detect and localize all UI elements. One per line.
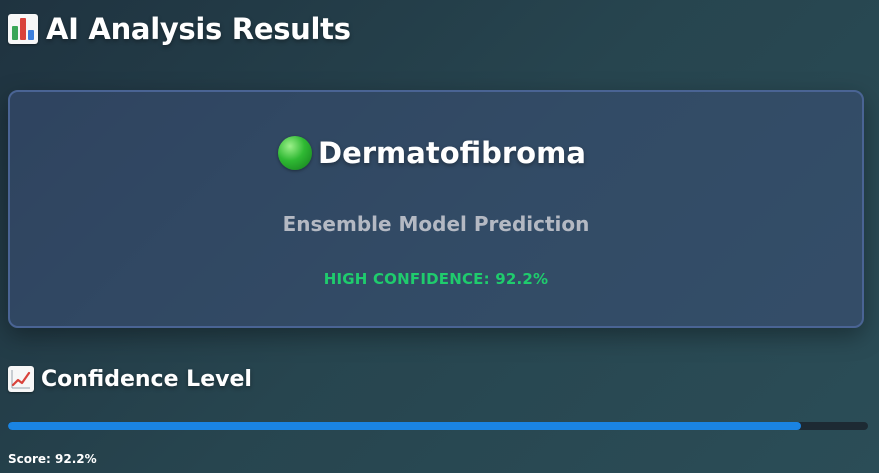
confidence-progress-fill xyxy=(8,422,801,430)
confidence-badge: HIGH CONFIDENCE: 92.2% xyxy=(323,270,549,288)
diagnosis-heading: Dermatofibroma xyxy=(278,136,586,170)
diagnosis-label: Dermatofibroma xyxy=(318,136,586,170)
confidence-section-header: Confidence Level xyxy=(8,366,252,392)
confidence-progress-bar xyxy=(8,422,868,430)
model-subtitle: Ensemble Model Prediction xyxy=(282,212,590,236)
chart-increasing-icon xyxy=(8,366,34,392)
page-header: AI Analysis Results xyxy=(8,12,351,46)
bar-chart-icon xyxy=(8,14,38,44)
confidence-section-title: Confidence Level xyxy=(41,366,252,392)
result-card: Dermatofibroma Ensemble Model Prediction… xyxy=(8,90,864,328)
page-title: AI Analysis Results xyxy=(46,12,351,46)
green-circle-icon xyxy=(278,136,312,170)
score-text: Score: 92.2% xyxy=(8,452,97,466)
